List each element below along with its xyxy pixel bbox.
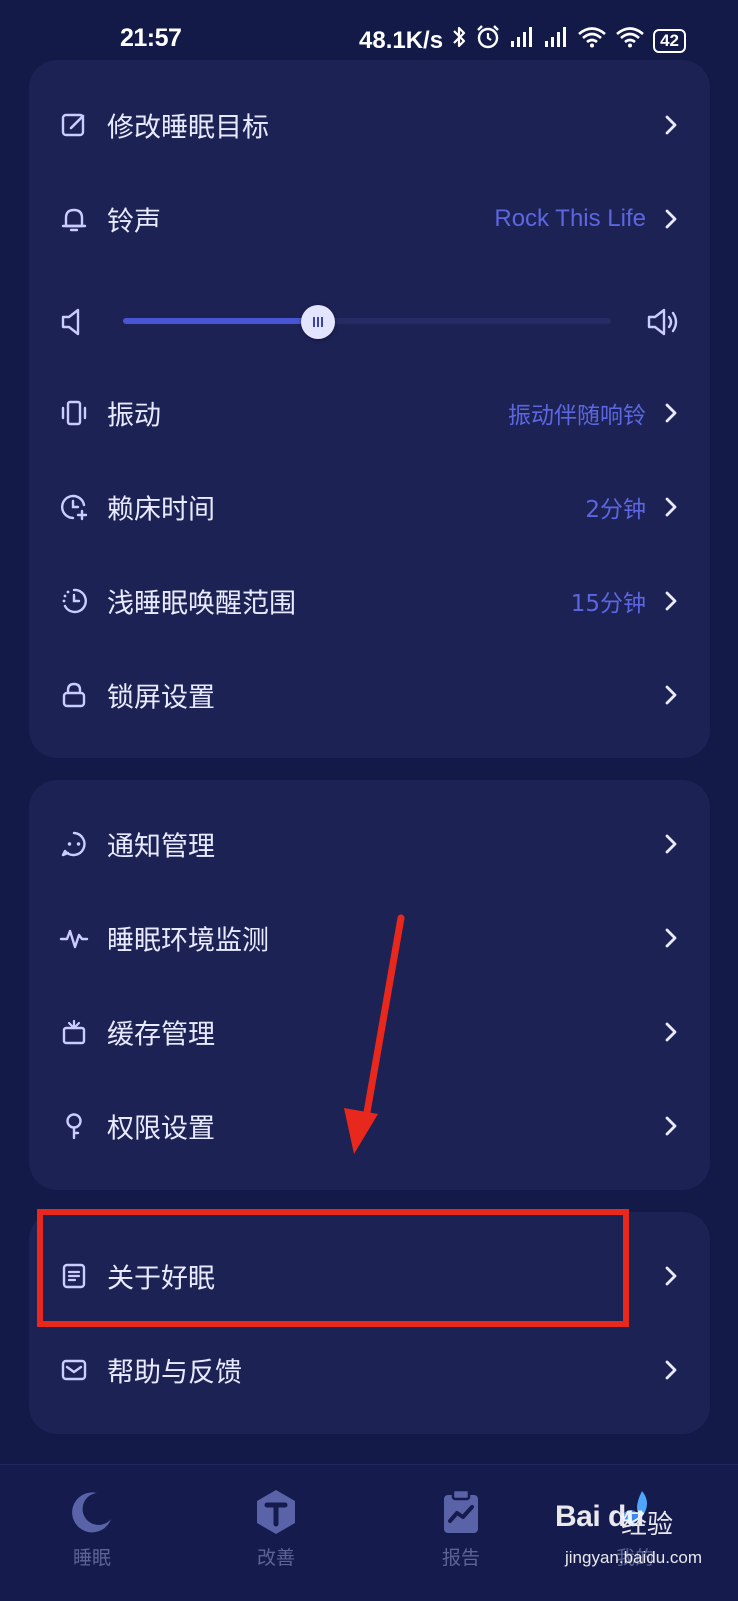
chevron-right-icon (662, 590, 680, 612)
chevron-right-icon (662, 1021, 680, 1043)
baidu-watermark: Bai du 经验 jingyan.baidu.com (555, 1496, 730, 1588)
moon-icon (67, 1487, 117, 1537)
settings-item-label: 铃声 (107, 206, 161, 238)
settings-item-label: 锁屏设置 (107, 682, 215, 714)
chat-icon (59, 829, 89, 859)
settings-item-environment-monitor[interactable]: 睡眠环境监测 (29, 891, 710, 985)
settings-item-label: 赖床时间 (107, 494, 215, 526)
ringtone-value: Rock This Life (494, 205, 646, 232)
trash-icon (59, 1017, 89, 1047)
alarm-settings-card: 修改睡眠目标 铃声 Rock This Life 振动 振动伴随响铃 赖床时间 … (29, 60, 710, 758)
tab-improve[interactable]: 改善 (206, 1475, 346, 1585)
settings-item-cache[interactable]: 缓存管理 (29, 985, 710, 1079)
status-icons: 48.1K/s 42 (359, 24, 686, 57)
volume-slider-fill (123, 318, 319, 324)
chevron-right-icon (662, 402, 680, 424)
tab-label: 睡眠 (72, 1547, 111, 1569)
chevron-right-icon (662, 833, 680, 855)
settings-item-notifications[interactable]: 通知管理 (29, 797, 710, 891)
chevron-right-icon (662, 114, 680, 136)
settings-item-snooze[interactable]: 赖床时间 2分钟 (29, 460, 710, 554)
settings-item-lock-screen[interactable]: 锁屏设置 (29, 648, 710, 742)
bell-icon (59, 204, 89, 234)
snooze-value: 2分钟 (585, 497, 646, 523)
status-bar: 21:57 48.1K/s 42 (0, 0, 738, 64)
alarm-icon (475, 24, 501, 57)
settings-item-sleep-goal[interactable]: 修改睡眠目标 (29, 78, 710, 172)
settings-item-label: 关于好眠 (107, 1263, 215, 1295)
settings-item-label: 帮助与反馈 (107, 1357, 242, 1389)
settings-item-ringtone[interactable]: 铃声 Rock This Life (29, 172, 710, 266)
settings-item-about[interactable]: 关于好眠 (29, 1229, 710, 1323)
settings-item-label: 振动 (107, 400, 161, 432)
clock-plus-icon (59, 492, 89, 522)
report-icon (436, 1487, 486, 1537)
settings-item-label: 通知管理 (107, 831, 215, 863)
tab-sleep[interactable]: 睡眠 (22, 1475, 162, 1585)
watermark-url: jingyan.baidu.com (565, 1548, 703, 1567)
tab-report[interactable]: 报告 (391, 1475, 531, 1585)
edit-icon (59, 110, 89, 140)
mail-icon (59, 1355, 89, 1385)
signal-icon (509, 26, 535, 55)
settings-item-label: 权限设置 (107, 1113, 215, 1145)
volume-slider-handle[interactable] (301, 305, 336, 339)
vibrate-icon (59, 398, 89, 428)
chevron-right-icon (662, 927, 680, 949)
chevron-right-icon (662, 208, 680, 230)
improve-icon (251, 1487, 301, 1537)
volume-control (29, 284, 710, 358)
chevron-right-icon (662, 496, 680, 518)
app-settings-card: 通知管理 睡眠环境监测 缓存管理 权限设置 (29, 780, 710, 1190)
signal-icon (543, 26, 569, 55)
pulse-icon (59, 923, 89, 953)
tab-label: 报告 (441, 1547, 480, 1569)
chevron-right-icon (662, 1359, 680, 1381)
chevron-right-icon (662, 1265, 680, 1287)
status-time: 21:57 (120, 24, 182, 52)
network-speed: 48.1K/s (359, 26, 444, 54)
settings-item-label: 浅睡眠唤醒范围 (107, 588, 296, 620)
settings-item-light-sleep-range[interactable]: 浅睡眠唤醒范围 15分钟 (29, 554, 710, 648)
document-icon (59, 1261, 89, 1291)
light-sleep-range-value: 15分钟 (570, 591, 646, 617)
wifi-icon (577, 26, 607, 55)
settings-item-help-feedback[interactable]: 帮助与反馈 (29, 1323, 710, 1417)
volume-high-icon (646, 306, 680, 338)
settings-item-label: 缓存管理 (107, 1019, 215, 1051)
wifi-icon (615, 26, 645, 55)
clock-range-icon (59, 586, 89, 616)
settings-item-label: 修改睡眠目标 (107, 112, 269, 144)
tab-label: 改善 (256, 1547, 295, 1569)
lock-icon (59, 680, 89, 710)
volume-slider[interactable] (123, 305, 611, 339)
watermark-cn: 经验 (621, 1510, 674, 1540)
settings-item-vibration[interactable]: 振动 振动伴随响铃 (29, 366, 710, 460)
bluetooth-icon (451, 25, 467, 56)
about-card: 关于好眠 帮助与反馈 (29, 1212, 710, 1434)
chevron-right-icon (662, 684, 680, 706)
volume-low-icon (59, 306, 89, 338)
key-icon (59, 1111, 89, 1141)
settings-item-label: 睡眠环境监测 (107, 925, 269, 957)
battery-indicator: 42 (653, 28, 686, 53)
settings-item-permissions[interactable]: 权限设置 (29, 1079, 710, 1173)
vibration-value: 振动伴随响铃 (508, 403, 646, 429)
chevron-right-icon (662, 1115, 680, 1137)
